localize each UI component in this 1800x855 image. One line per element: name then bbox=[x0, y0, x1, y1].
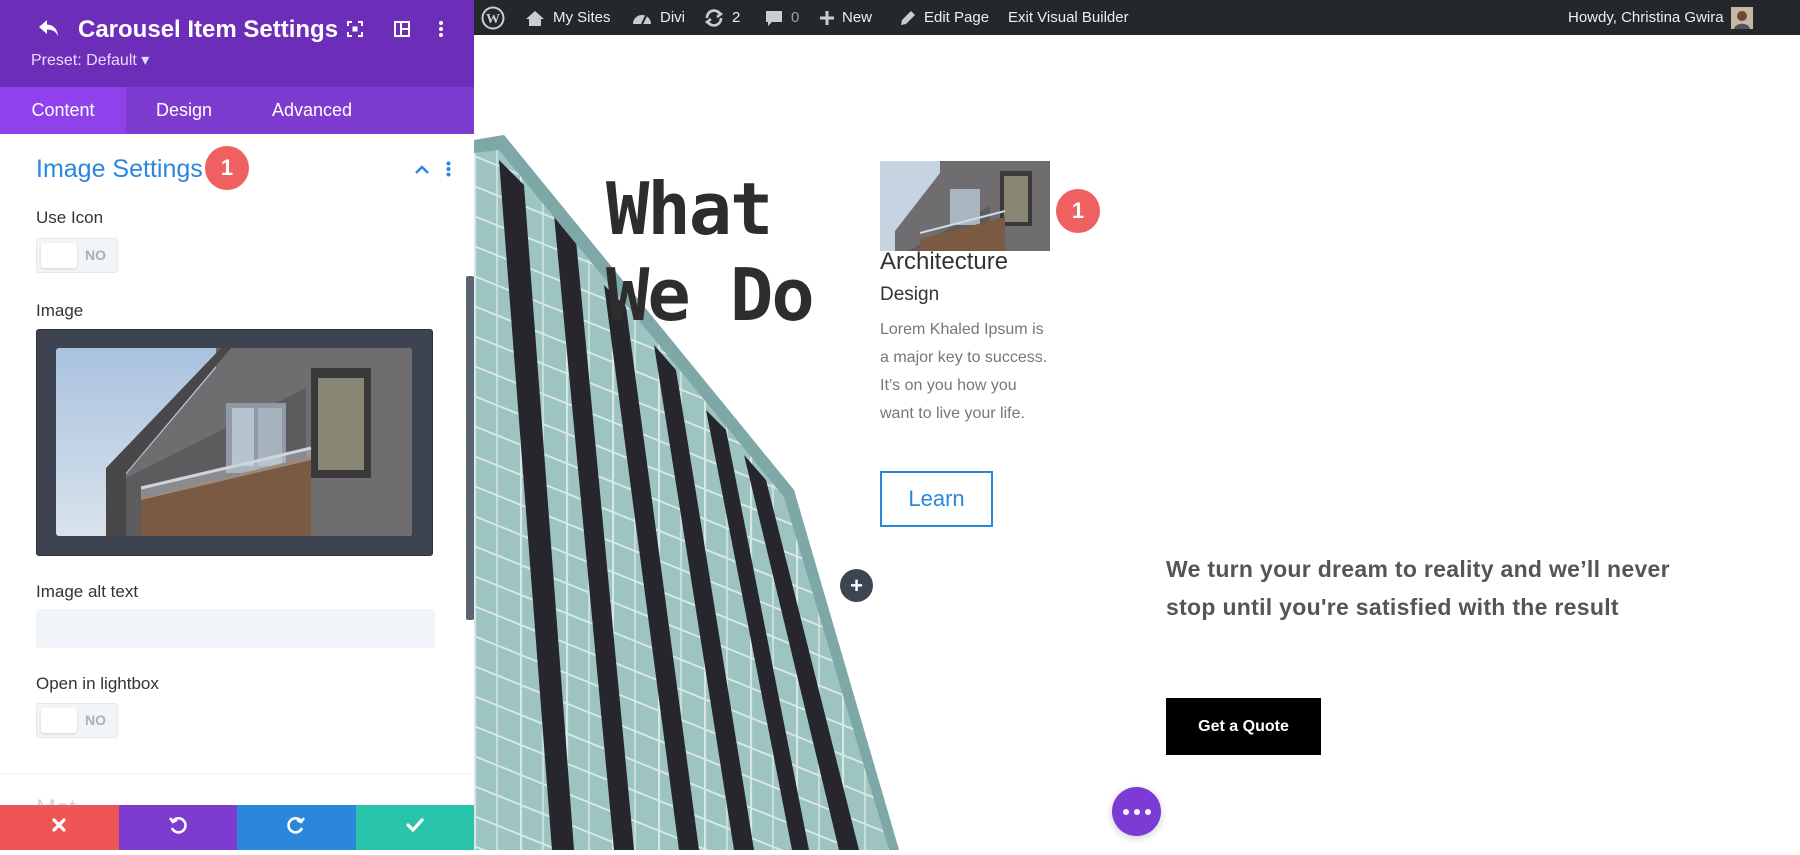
heading-line: We Do bbox=[606, 253, 815, 337]
alt-text-label: Image alt text bbox=[36, 582, 139, 601]
toggle-state: NO bbox=[85, 712, 106, 728]
greeting-label: Howdy, Christina Gwira bbox=[1568, 9, 1724, 26]
building-background-image bbox=[474, 35, 914, 855]
image-preview bbox=[56, 348, 412, 536]
plus-icon: + bbox=[850, 572, 863, 598]
updates-menu[interactable]: 2 bbox=[703, 0, 740, 35]
divi-label: Divi bbox=[660, 9, 685, 26]
dot bbox=[1144, 808, 1151, 815]
exit-visual-builder-link[interactable]: Exit Visual Builder bbox=[1008, 0, 1129, 35]
split-view-icon[interactable] bbox=[393, 20, 411, 43]
section-heading: What We Do bbox=[606, 166, 826, 338]
panel-action-bar bbox=[0, 805, 474, 850]
dot bbox=[1133, 808, 1140, 815]
step-badge: 1 bbox=[1056, 189, 1100, 233]
svg-text:W: W bbox=[486, 12, 500, 27]
redo-button[interactable] bbox=[237, 805, 356, 850]
heading-line: What bbox=[606, 167, 773, 251]
image-upload-field[interactable] bbox=[36, 329, 433, 556]
toggle-knob bbox=[41, 708, 77, 733]
get-a-quote-button[interactable]: Get a Quote bbox=[1166, 698, 1321, 755]
panel-title: Carousel Item Settings bbox=[78, 16, 339, 43]
dot bbox=[1122, 808, 1129, 815]
carousel-item-subtitle: Design bbox=[880, 284, 940, 305]
wp-admin-bar: W My Sites Divi 2 0 New Edit Page Exit V… bbox=[474, 0, 1800, 35]
learn-button[interactable]: Learn bbox=[880, 471, 993, 527]
discard-button[interactable] bbox=[0, 805, 119, 850]
user-account-menu[interactable]: Howdy, Christina Gwira bbox=[1568, 0, 1753, 35]
lightbox-label: Open in lightbox bbox=[36, 674, 159, 693]
tab-content[interactable]: Content bbox=[0, 87, 126, 134]
section-divider bbox=[0, 773, 474, 774]
my-sites-label: My Sites bbox=[553, 9, 611, 26]
carousel-item-title: Architecture bbox=[880, 248, 1009, 275]
plus-icon bbox=[819, 10, 835, 26]
wordpress-logo-menu[interactable]: W bbox=[481, 0, 505, 35]
add-module-button[interactable]: + bbox=[840, 569, 873, 602]
undo-icon bbox=[168, 815, 188, 840]
tagline-text: We turn your dream to reality and we’ll … bbox=[1166, 556, 1670, 620]
settings-panel: Carousel Item Settings Preset: Default ▾… bbox=[0, 0, 474, 850]
dashboard-gauge-icon bbox=[631, 9, 653, 27]
image-label: Image bbox=[36, 301, 84, 320]
redo-icon bbox=[286, 815, 306, 840]
toggle-knob bbox=[41, 243, 77, 268]
new-content-menu[interactable]: New bbox=[819, 0, 872, 35]
undo-button[interactable] bbox=[118, 805, 237, 850]
carousel-item-body: Lorem Khaled Ipsum is a major key to suc… bbox=[880, 321, 1048, 422]
comment-bubble-icon bbox=[764, 9, 784, 27]
more-options-icon[interactable] bbox=[438, 20, 444, 43]
lightbox-toggle[interactable]: NO bbox=[36, 703, 118, 738]
my-sites-icon bbox=[524, 9, 546, 27]
comments-count: 0 bbox=[791, 9, 800, 26]
preset-dropdown[interactable]: Preset: Default ▾ bbox=[31, 50, 149, 70]
updates-count: 2 bbox=[732, 9, 741, 26]
my-sites-menu[interactable]: My Sites bbox=[524, 0, 611, 35]
step-badge: 1 bbox=[205, 146, 249, 190]
wordpress-icon: W bbox=[481, 6, 505, 30]
section-options-icon[interactable] bbox=[446, 161, 451, 182]
page-canvas: What We Do 1 Architecture Design Lorem K… bbox=[474, 35, 1800, 850]
use-icon-toggle[interactable]: NO bbox=[36, 238, 118, 273]
new-label: New bbox=[842, 9, 873, 26]
avatar bbox=[1730, 6, 1753, 29]
panel-scrollbar[interactable] bbox=[466, 276, 474, 620]
pencil-icon bbox=[899, 9, 917, 27]
tab-advanced[interactable]: Advanced bbox=[242, 87, 382, 134]
panel-tabs: Content Design Advanced bbox=[0, 87, 474, 134]
builder-menu-button[interactable] bbox=[1112, 787, 1161, 836]
alt-text-input[interactable] bbox=[36, 609, 435, 648]
chevron-up-icon[interactable] bbox=[414, 162, 430, 180]
section-title-image-settings[interactable]: Image Settings bbox=[36, 155, 203, 184]
edit-page-label: Edit Page bbox=[924, 9, 990, 26]
tab-design[interactable]: Design bbox=[126, 87, 242, 134]
save-button[interactable] bbox=[355, 805, 474, 850]
edit-page-link[interactable]: Edit Page bbox=[899, 0, 989, 35]
close-icon bbox=[51, 817, 67, 838]
checkmark-icon bbox=[405, 817, 425, 838]
use-icon-label: Use Icon bbox=[36, 208, 104, 227]
panel-header: Carousel Item Settings Preset: Default ▾ bbox=[0, 0, 474, 87]
comments-menu[interactable]: 0 bbox=[764, 0, 799, 35]
refresh-icon bbox=[703, 8, 725, 28]
divi-menu[interactable]: Divi bbox=[631, 0, 685, 35]
toggle-state: NO bbox=[85, 247, 106, 263]
fullscreen-icon[interactable] bbox=[346, 20, 364, 43]
carousel-item-image[interactable] bbox=[880, 161, 1050, 251]
back-arrow-icon[interactable] bbox=[37, 18, 61, 45]
